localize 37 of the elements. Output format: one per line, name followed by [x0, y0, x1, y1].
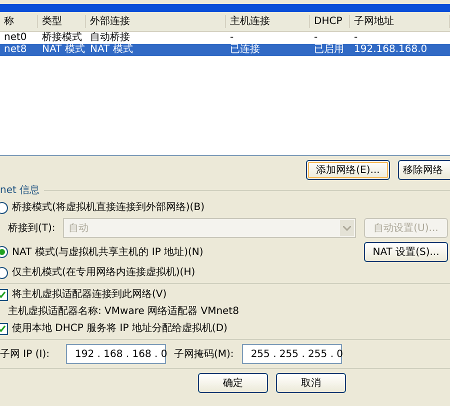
group-title: net 信息 [0, 184, 41, 197]
table-row[interactable]: net0 桥接模式 自动桥接 - - - [0, 32, 450, 44]
table-cell-text: 192.168.168.0 [353, 44, 428, 56]
table-cell-text: - [229, 32, 235, 44]
table-cell-text: 桥接模式 [41, 32, 83, 44]
radio-label: NAT 模式(与虚拟机共享主机的 IP 地址)(N) [12, 246, 204, 258]
subnet-ip-field[interactable]: 192 . 168 . 168 . 0 [66, 344, 166, 364]
table-cell-text: 自动桥接 [89, 32, 131, 44]
subnet-mask-field[interactable]: 255 . 255 . 255 . 0 [242, 344, 342, 364]
subnet-mask-label: 子网掩码(M): [174, 348, 234, 360]
table-cell-text: NAT 模式 [89, 44, 134, 56]
table-cell-text: net0 [3, 32, 28, 44]
column-header[interactable]: 主机连接 [226, 15, 310, 28]
dialog-button[interactable]: 确定 [198, 373, 268, 393]
column-header[interactable]: 类型 [38, 15, 86, 28]
table-cell-text: - [313, 32, 319, 44]
table-row[interactable]: net8 NAT 模式 NAT 模式 已连接 已启用 192.168.168.0 [0, 44, 450, 56]
network-button[interactable]: 添加网络(E)... [306, 160, 390, 180]
table-cell-text: NAT 模式 [41, 44, 86, 56]
bridge-to-label: 桥接到(T): [8, 222, 56, 234]
table-cell-text: 已启用 [313, 44, 345, 56]
radio-label: 桥接模式(将虚拟机直接连接到外部网络)(B) [12, 201, 204, 214]
adapter-name: 主机虚拟适配器名称: VMware 网络适配器 VMnet8 [7, 305, 239, 318]
checkbox-label: 使用本地 DHCP 服务将 IP 地址分配给虚拟机(D) [12, 322, 228, 335]
radio-label: 仅主机模式(在专用网络内连接虚拟机)(H) [12, 266, 196, 279]
column-header[interactable]: 外部连接 [86, 15, 226, 28]
dialog-button[interactable]: 取消 [276, 373, 346, 393]
column-header[interactable]: DHCP [310, 15, 350, 28]
nat-settings-button[interactable]: NAT 设置(S)... [364, 242, 448, 262]
table-cell-text: - [353, 32, 359, 44]
checkbox-label: 将主机虚拟适配器连接到此网络(V) [12, 288, 167, 301]
column-header[interactable]: 子网地址 [350, 15, 450, 28]
network-button[interactable]: 移除网络 [398, 160, 450, 180]
table-cell-text: 已连接 [229, 44, 261, 56]
subnet-ip-label: 子网 IP (I): [0, 348, 50, 360]
column-header[interactable]: 称 [0, 15, 38, 28]
table-cell-text: net8 [3, 44, 28, 56]
